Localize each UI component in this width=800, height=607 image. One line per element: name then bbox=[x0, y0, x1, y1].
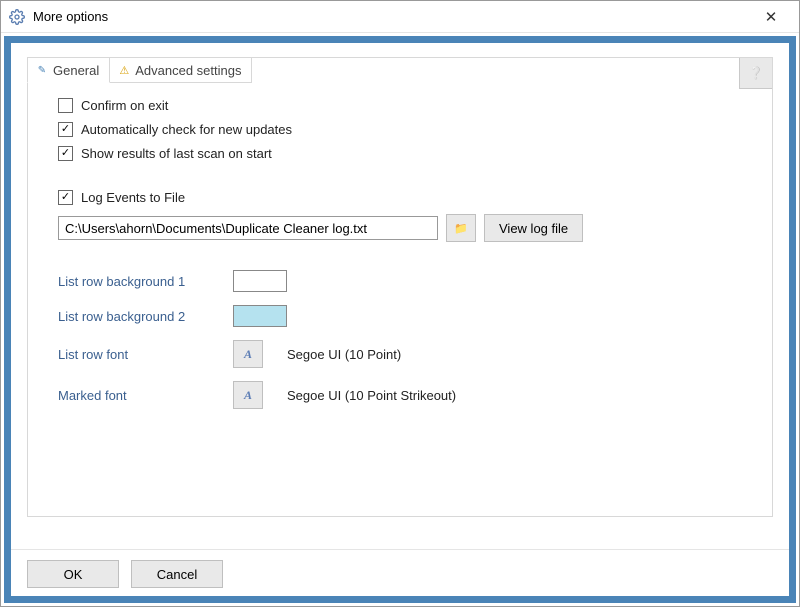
browse-log-button[interactable]: 📁 bbox=[446, 214, 476, 242]
marked-font-desc: Segoe UI (10 Point Strikeout) bbox=[287, 388, 456, 403]
cancel-label: Cancel bbox=[157, 567, 197, 582]
content-frame: ❔ ✎ General ⚠ Advanced settings bbox=[4, 36, 796, 603]
checkbox-row-show-results: Show results of last scan on start bbox=[58, 146, 742, 161]
marked-font: Marked font A Segoe UI (10 Point Strikeo… bbox=[58, 381, 742, 409]
checkbox-show-results[interactable] bbox=[58, 146, 73, 161]
log-path-row: 📁 View log file bbox=[58, 214, 742, 242]
window-title: More options bbox=[33, 9, 751, 24]
row-font-desc: Segoe UI (10 Point) bbox=[287, 347, 401, 362]
gear-icon bbox=[9, 9, 25, 25]
checkbox-auto-update[interactable] bbox=[58, 122, 73, 137]
checkbox-label: Log Events to File bbox=[81, 190, 185, 205]
titlebar: More options ✕ bbox=[1, 1, 799, 33]
row-bg1-label: List row background 1 bbox=[58, 274, 233, 289]
appearance-section: List row background 1 List row backgroun… bbox=[58, 270, 742, 409]
tab-label: Advanced settings bbox=[135, 63, 241, 78]
cancel-button[interactable]: Cancel bbox=[131, 560, 223, 588]
ok-label: OK bbox=[64, 567, 83, 582]
pin-icon: ✎ bbox=[36, 64, 48, 76]
tab-strip: ✎ General ⚠ Advanced settings bbox=[27, 57, 251, 83]
checkbox-log-events[interactable] bbox=[58, 190, 73, 205]
checkbox-label: Automatically check for new updates bbox=[81, 122, 292, 137]
log-path-input[interactable] bbox=[58, 216, 438, 240]
tab-label: General bbox=[53, 63, 99, 78]
tab-container: ✎ General ⚠ Advanced settings Confirm on… bbox=[27, 57, 773, 517]
row-font: List row font A Segoe UI (10 Point) bbox=[58, 340, 742, 368]
checkbox-label: Show results of last scan on start bbox=[81, 146, 272, 161]
view-log-label: View log file bbox=[499, 221, 568, 236]
row-bg1: List row background 1 bbox=[58, 270, 742, 292]
row-font-label: List row font bbox=[58, 347, 233, 362]
tab-body-general: Confirm on exit Automatically check for … bbox=[28, 58, 772, 442]
folder-icon: 📁 bbox=[454, 222, 468, 235]
marked-font-label: Marked font bbox=[58, 388, 233, 403]
tab-general[interactable]: ✎ General bbox=[27, 57, 110, 83]
tab-advanced[interactable]: ⚠ Advanced settings bbox=[109, 57, 252, 83]
warning-icon: ⚠ bbox=[118, 64, 130, 76]
bottom-bar: OK Cancel bbox=[11, 549, 789, 596]
checkbox-row-auto-update: Automatically check for new updates bbox=[58, 122, 742, 137]
row-bg1-swatch[interactable] bbox=[233, 270, 287, 292]
row-font-button[interactable]: A bbox=[233, 340, 263, 368]
checkbox-confirm-exit[interactable] bbox=[58, 98, 73, 113]
ok-button[interactable]: OK bbox=[27, 560, 119, 588]
content-area: ❔ ✎ General ⚠ Advanced settings bbox=[11, 43, 789, 549]
marked-font-button[interactable]: A bbox=[233, 381, 263, 409]
row-bg2-label: List row background 2 bbox=[58, 309, 233, 324]
checkbox-row-log-events: Log Events to File bbox=[58, 190, 742, 205]
row-bg2: List row background 2 bbox=[58, 305, 742, 327]
checkbox-row-confirm-exit: Confirm on exit bbox=[58, 98, 742, 113]
row-bg2-swatch[interactable] bbox=[233, 305, 287, 327]
view-log-button[interactable]: View log file bbox=[484, 214, 583, 242]
checkbox-label: Confirm on exit bbox=[81, 98, 168, 113]
options-window: More options ✕ ❔ ✎ General ⚠ Advanced se… bbox=[0, 0, 800, 607]
close-button[interactable]: ✕ bbox=[751, 8, 791, 26]
